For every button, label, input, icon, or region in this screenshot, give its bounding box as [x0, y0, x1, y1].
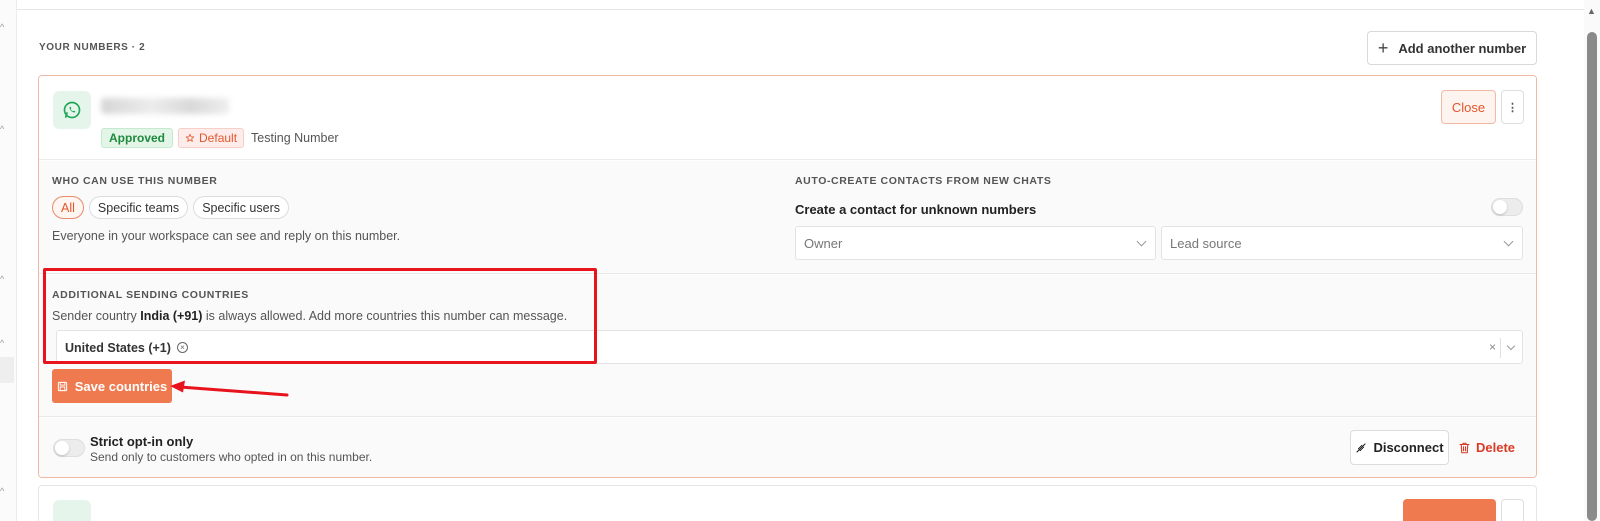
disconnect-label: Disconnect — [1373, 440, 1444, 455]
more-options-button[interactable]: ⋮ — [1501, 90, 1524, 124]
whatsapp-icon — [53, 500, 91, 521]
remove-chip-icon[interactable]: × — [176, 342, 188, 353]
phone-number-redacted — [101, 98, 229, 114]
add-number-label: Add another number — [1398, 40, 1527, 56]
strict-optin-title: Strict opt-in only — [90, 434, 194, 449]
who-can-use-title: WHO CAN USE THIS NUMBER — [52, 175, 218, 187]
page-scrollbar[interactable]: ▲ — [1584, 0, 1600, 521]
collapse-caret-icon[interactable]: ^ — [0, 22, 10, 32]
chevron-down-icon — [1503, 236, 1514, 246]
default-badge-label: Default — [199, 131, 238, 145]
scroll-up-arrow-icon[interactable]: ▲ — [1587, 6, 1596, 16]
number-name: Testing Number — [251, 131, 339, 145]
access-options: All Specific teams Specific users — [52, 196, 289, 219]
collapse-caret-icon[interactable]: ^ — [0, 124, 10, 134]
delete-button[interactable]: Delete — [1459, 430, 1515, 465]
countries-multiselect[interactable]: United States (+1) × × — [56, 330, 1523, 364]
auto-create-title: AUTO-CREATE CONTACTS FROM NEW CHATS — [795, 175, 1052, 187]
auto-create-label: Create a contact for unknown numbers — [795, 202, 1037, 217]
access-option-users[interactable]: Specific users — [193, 196, 289, 219]
desc-suffix: is always allowed. Add more countries th… — [202, 309, 568, 323]
lead-source-placeholder: Lead source — [1170, 235, 1242, 251]
star-icon — [185, 133, 195, 142]
unplug-icon — [1356, 442, 1367, 453]
sender-country: India (+91) — [140, 309, 203, 323]
left-rail: ^ ^ ^ ^ ^ — [0, 0, 17, 521]
desc-prefix: Sender country — [52, 309, 141, 323]
chevron-down-icon[interactable] — [1506, 341, 1516, 351]
owner-select-placeholder: Owner — [804, 235, 843, 251]
plus-icon: + — [1377, 38, 1389, 58]
sending-countries-title: ADDITIONAL SENDING COUNTRIES — [52, 289, 249, 301]
input-separator — [1500, 338, 1501, 358]
sending-countries-section: ADDITIONAL SENDING COUNTRIES Sender coun… — [39, 275, 1536, 417]
delete-label: Delete — [1476, 440, 1516, 455]
clear-all-icon[interactable]: × — [1489, 340, 1496, 354]
numbers-heading: YOUR NUMBERS · 2 — [39, 42, 146, 53]
country-chip: United States (+1) × — [65, 337, 188, 358]
strict-optin-toggle[interactable] — [53, 439, 85, 457]
rail-selected-item[interactable] — [0, 357, 14, 383]
top-divider — [17, 9, 1584, 10]
chevron-down-icon — [1136, 236, 1147, 246]
number-card: Approved Default Testing Number Close ⋮ … — [38, 75, 1537, 478]
collapse-caret-icon[interactable]: ^ — [0, 274, 10, 284]
country-chip-label: United States (+1) — [65, 340, 171, 355]
strict-optin-description: Send only to customers who opted in on t… — [90, 450, 373, 464]
status-badge: Approved — [101, 128, 174, 148]
sending-countries-description: Sender country India (+91) is always all… — [52, 309, 567, 323]
scrollbar-thumb[interactable] — [1587, 32, 1597, 521]
access-description: Everyone in your workspace can see and r… — [52, 229, 401, 243]
save-countries-button[interactable]: Save countries — [52, 369, 172, 403]
kebab-icon: ⋮ — [1507, 101, 1518, 114]
number-badges: Approved Default Testing Number — [101, 128, 339, 148]
add-number-button[interactable]: + Add another number — [1367, 31, 1537, 65]
whatsapp-icon — [53, 91, 91, 129]
disconnect-button[interactable]: Disconnect — [1350, 430, 1449, 465]
default-badge: Default — [178, 128, 245, 148]
collapse-caret-icon[interactable]: ^ — [0, 338, 10, 348]
floppy-icon — [57, 381, 67, 391]
more-options-button[interactable] — [1501, 499, 1524, 521]
save-countries-label: Save countries — [74, 378, 168, 394]
access-section: WHO CAN USE THIS NUMBER All Specific tea… — [39, 161, 1536, 274]
owner-select[interactable]: Owner — [795, 226, 1156, 260]
auto-create-toggle[interactable] — [1491, 198, 1523, 216]
trash-icon — [1459, 442, 1470, 453]
lead-source-select[interactable]: Lead source — [1161, 226, 1523, 260]
access-option-all[interactable]: All — [52, 196, 84, 219]
close-button[interactable]: Close — [1441, 90, 1496, 124]
optin-section: Strict opt-in only Send only to customer… — [39, 418, 1536, 477]
number-card-2 — [38, 485, 1537, 521]
card2-action-button[interactable] — [1403, 499, 1496, 521]
number-card-header: Approved Default Testing Number Close ⋮ — [39, 76, 1536, 160]
access-option-teams[interactable]: Specific teams — [88, 196, 189, 219]
collapse-caret-icon[interactable]: ^ — [0, 486, 10, 496]
